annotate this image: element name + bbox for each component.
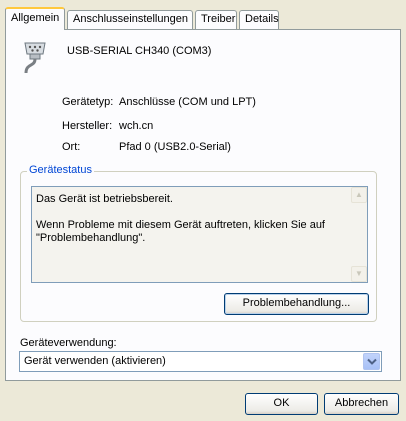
scroll-up-icon[interactable]: ▲ — [351, 187, 367, 203]
tab-panel-general: USB-SERIAL CH340 (COM3) Gerätetyp: Ansch… — [5, 29, 401, 381]
device-status-title: Gerätestatus — [27, 164, 94, 176]
troubleshoot-button[interactable]: Problembehandlung... — [224, 293, 369, 315]
chevron-down-icon[interactable] — [363, 353, 380, 370]
tab-anschlusseinstellungen[interactable]: Anschlusseinstellungen — [67, 10, 193, 29]
device-usage-select[interactable]: Gerät verwenden (aktivieren) — [19, 351, 382, 372]
device-name: USB-SERIAL CH340 (COM3) — [67, 45, 212, 57]
device-status-text: Das Gerät ist betriebsbereit. Wenn Probl… — [36, 193, 325, 244]
manufacturer-value: wch.cn — [119, 120, 154, 132]
manufacturer-label: Hersteller: — [62, 120, 113, 132]
device-usage-label: Geräteverwendung: — [20, 337, 117, 349]
ok-button[interactable]: OK — [245, 393, 318, 415]
tab-details[interactable]: Details — [239, 10, 279, 29]
device-status-textbox[interactable]: Das Gerät ist betriebsbereit. Wenn Probl… — [31, 186, 368, 283]
device-type-label: Gerätetyp: — [62, 96, 114, 108]
device-type-value: Anschlüsse (COM und LPT) — [119, 96, 256, 108]
location-label: Ort: — [62, 141, 81, 153]
tab-treiber[interactable]: Treiber — [195, 10, 237, 29]
cancel-button[interactable]: Abbrechen — [324, 393, 399, 415]
serial-port-icon — [20, 41, 52, 75]
tab-allgemein[interactable]: Allgemein — [5, 7, 65, 30]
status-scrollbar[interactable]: ▲ ▼ — [351, 187, 367, 282]
location-value: Pfad 0 (USB2.0-Serial) — [119, 141, 231, 153]
scroll-down-icon[interactable]: ▼ — [351, 266, 367, 282]
device-usage-value: Gerät verwenden (aktivieren) — [24, 355, 166, 367]
